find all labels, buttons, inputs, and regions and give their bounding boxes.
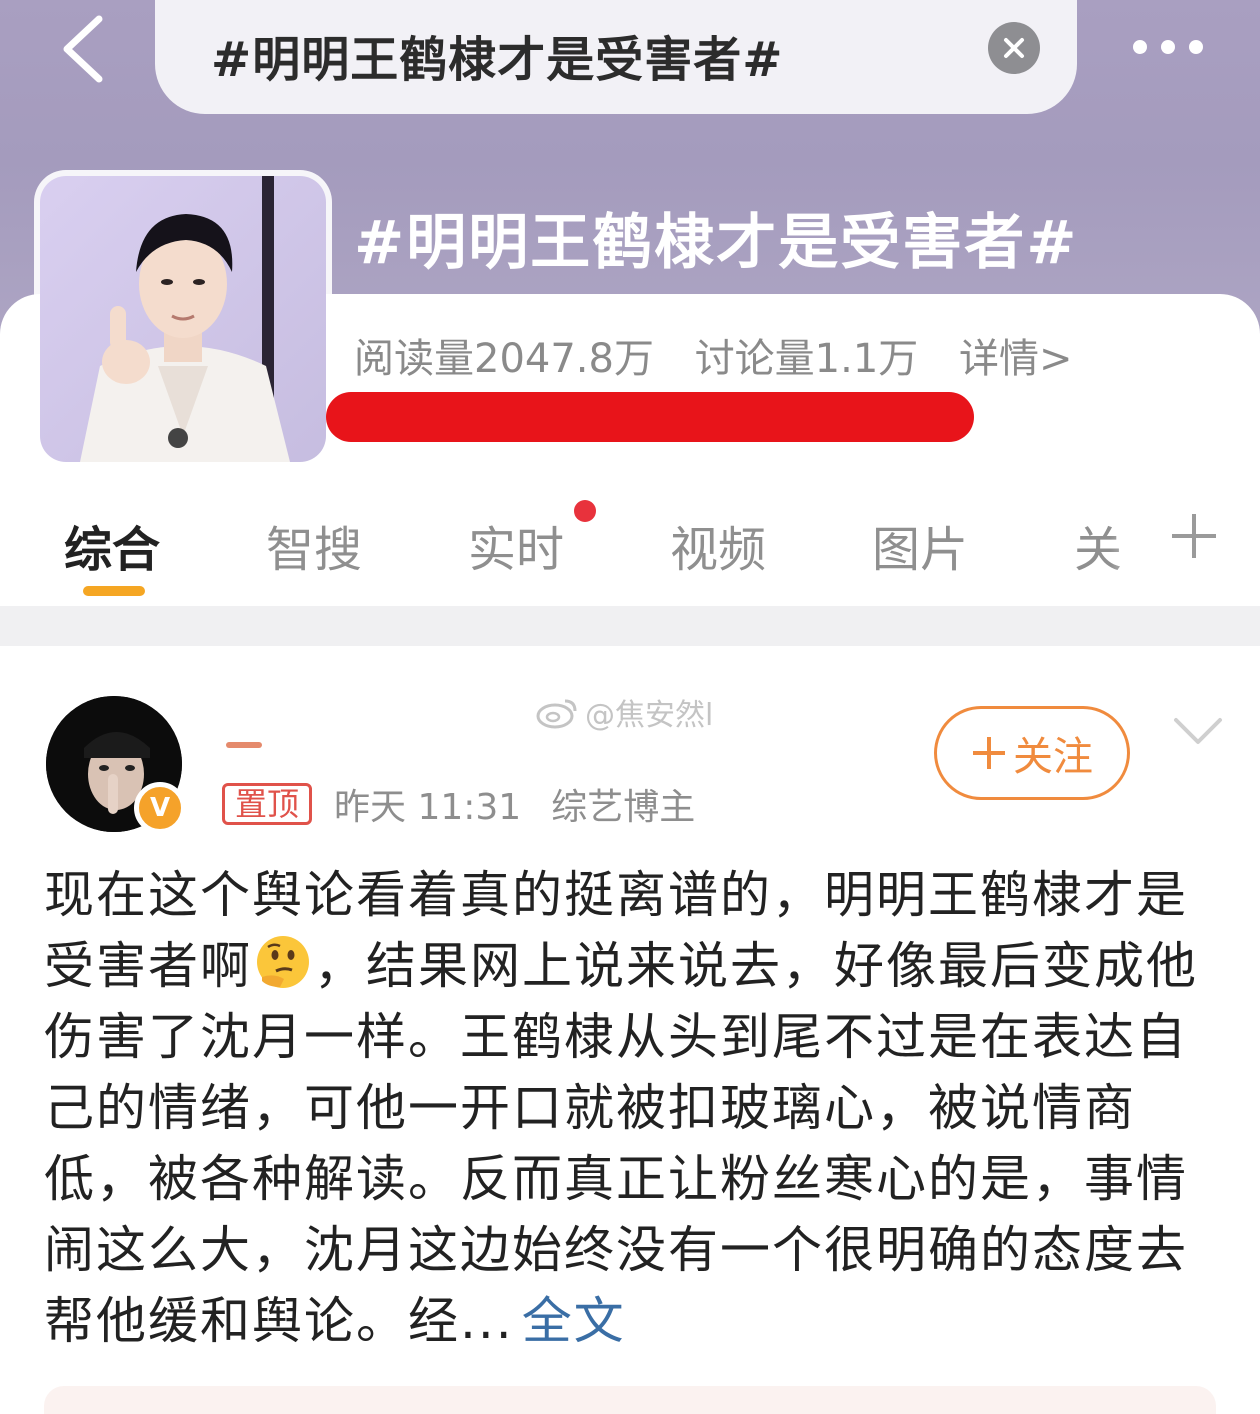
person-photo-icon: [40, 176, 326, 462]
plus-icon: [973, 737, 1005, 769]
discussion-count: 讨论量1.1万: [694, 336, 919, 382]
more-dot-icon: [1161, 40, 1175, 54]
close-icon: [1004, 38, 1024, 58]
tab-fade-overlay: [1110, 500, 1160, 580]
verified-badge-icon: V: [134, 782, 186, 834]
clear-search-button[interactable]: [988, 22, 1040, 74]
tab-video[interactable]: 视频: [670, 510, 766, 580]
section-divider: [0, 606, 1260, 646]
post-timestamp: 昨天 11:31: [334, 787, 522, 828]
full-text-link[interactable]: 全文: [522, 1292, 626, 1350]
next-card-preview: [44, 1386, 1216, 1414]
pinned-badge: 置顶: [222, 783, 313, 825]
post-text[interactable]: 现在这个舆论看着真的挺离谱的，明明王鹤棣才是受害者啊 ，结果网上说来说去，好像最…: [44, 860, 1224, 1357]
post-text-part2: ，结果网上说来说去，好像最后变成他伤害了沈月一样。王鹤棣从头到尾不过是在表达自己…: [44, 937, 1198, 1350]
read-count: 阅读量2047.8万: [354, 336, 654, 382]
tab-realtime[interactable]: 实时: [468, 510, 564, 580]
weibo-logo-icon: [536, 699, 577, 729]
follow-button[interactable]: 关注: [934, 706, 1130, 800]
chevron-left-icon: [63, 15, 103, 83]
redaction-bar: [326, 392, 974, 442]
author-name-redacted[interactable]: [226, 742, 262, 748]
plus-icon: [1172, 514, 1216, 558]
topic-title: #明明王鹤棣才是受害者#: [354, 208, 1079, 278]
post-menu-button[interactable]: [1168, 706, 1228, 756]
more-dot-icon: [1133, 40, 1147, 54]
post-meta: 置顶 昨天 11:31 综艺博主: [222, 778, 695, 830]
more-options-button[interactable]: [1118, 24, 1218, 70]
new-content-dot: [574, 500, 596, 522]
details-link[interactable]: 详情>: [959, 336, 1073, 382]
topic-cover-image[interactable]: [40, 176, 326, 462]
topic-stats: 阅读量2047.8万 讨论量1.1万 详情>: [354, 326, 1101, 384]
tab-smart-search[interactable]: 智搜: [266, 510, 362, 580]
post-card: V @焦安然l 关注 置顶 昨天 11:31 综艺博主 现在这个舆论看着真的挺离…: [0, 646, 1260, 1414]
tab-comprehensive[interactable]: 综合: [64, 510, 160, 580]
tab-images[interactable]: 图片: [872, 510, 968, 580]
watermark-handle: @焦安然l: [585, 698, 714, 733]
author-role: 综艺博主: [551, 787, 696, 828]
more-dot-icon: [1189, 40, 1203, 54]
tab-bar: 综合 智搜 实时 视频 图片 关: [0, 496, 1260, 606]
search-query[interactable]: #明明王鹤棣才是受害者#: [211, 20, 783, 90]
weibo-topic-page: #明明王鹤棣才是受害者# #明明王鹤棣才是受害者# 阅读量2047.8万 讨论量…: [0, 0, 1260, 1414]
weibo-watermark: @焦安然l: [535, 690, 713, 734]
active-tab-indicator: [83, 586, 145, 596]
thinking-face-emoji-icon: [257, 936, 309, 988]
follow-label: 关注: [1013, 734, 1093, 780]
add-tab-button[interactable]: [1168, 510, 1220, 562]
chevron-down-icon: [1174, 718, 1222, 744]
search-bar[interactable]: #明明王鹤棣才是受害者#: [155, 0, 1077, 114]
back-button[interactable]: [48, 14, 118, 84]
